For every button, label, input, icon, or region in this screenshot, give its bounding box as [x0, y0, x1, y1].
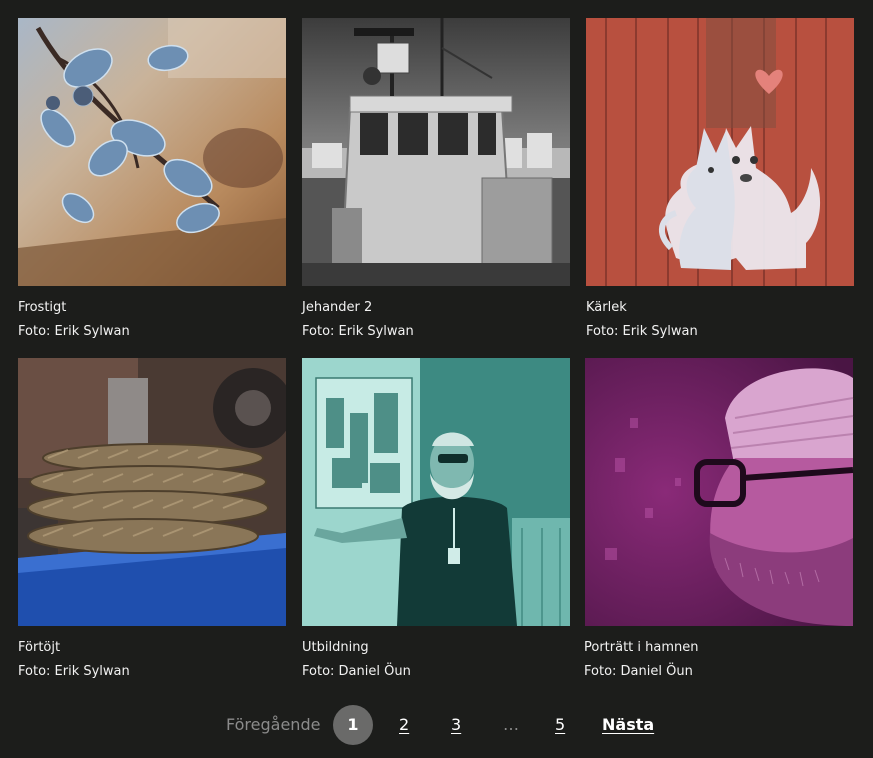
photo-title[interactable]: Förtöjt [18, 640, 60, 656]
bearded-man-portrait-image [585, 358, 854, 626]
photo-title[interactable]: Jehander 2 [302, 300, 372, 316]
pagination-previous: Föregående [226, 715, 321, 734]
mooring-rope-image [18, 358, 286, 626]
photo-credit: Foto: Erik Sylwan [18, 664, 130, 679]
pagination-page-3[interactable]: 3 [451, 705, 461, 745]
photo-credit: Foto: Erik Sylwan [18, 324, 130, 339]
photo-title[interactable]: Utbildning [302, 640, 369, 656]
gallery-photo-karlek[interactable] [586, 18, 854, 286]
presenter-teal-image [302, 358, 570, 626]
photo-title[interactable]: Porträtt i hamnen [584, 640, 699, 656]
boat-wheelhouse-image [302, 18, 570, 286]
photo-credit: Foto: Erik Sylwan [302, 324, 414, 339]
pagination-ellipsis: … [503, 715, 519, 734]
gallery-photo-utbildning[interactable] [302, 358, 570, 626]
gallery-photo-fortojt[interactable] [18, 358, 286, 626]
photo-credit: Foto: Daniel Öun [302, 664, 411, 679]
pagination-page-2[interactable]: 2 [399, 705, 409, 745]
pagination-next[interactable]: Nästa [602, 705, 654, 745]
pagination: Föregående 1 2 3 … 5 Nästa [0, 705, 873, 745]
pagination-page-5[interactable]: 5 [555, 705, 565, 745]
gallery-photo-frostigt[interactable] [18, 18, 286, 286]
pagination-page-1[interactable]: 1 [333, 705, 373, 745]
gallery-photo-jehander-2[interactable] [302, 18, 570, 286]
dogs-on-red-wall-image [586, 18, 854, 286]
gallery-photo-portratt-i-hamnen[interactable] [584, 358, 854, 626]
photo-credit: Foto: Erik Sylwan [586, 324, 698, 339]
photo-credit: Foto: Daniel Öun [584, 664, 693, 679]
photo-title[interactable]: Kärlek [586, 300, 627, 316]
frosted-leaves-image [18, 18, 286, 286]
photo-title[interactable]: Frostigt [18, 300, 66, 316]
